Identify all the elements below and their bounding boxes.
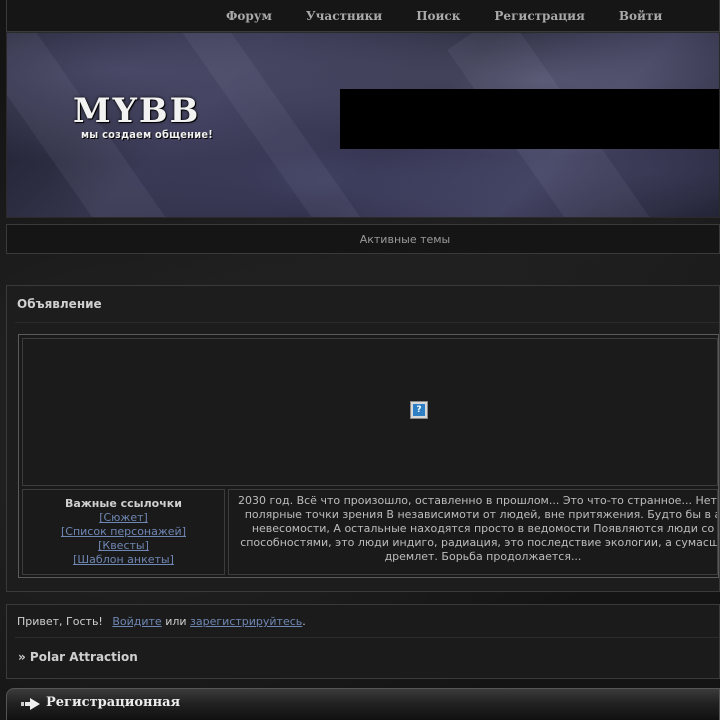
nav-register[interactable]: Регистрация	[477, 9, 601, 23]
nav-forum[interactable]: Форум	[209, 9, 289, 23]
welcome-block: Привет, Гость! Войдите или зарегистрируй…	[6, 604, 720, 679]
greeting-text: Привет, Гость!	[17, 615, 103, 628]
login-link[interactable]: Войдите	[112, 615, 161, 628]
link-character-list[interactable]: [Список персонажей]	[61, 525, 186, 539]
nav-login[interactable]: Войти	[602, 9, 679, 23]
category-header: Регистрационная	[6, 688, 720, 720]
links-heading: Важные ссылочки	[65, 497, 182, 510]
important-links-cell: Важные ссылочки [Сюжет] [Список персонаж…	[22, 489, 225, 575]
announcement-image-cell: ?	[22, 338, 718, 486]
announcement-text-cell: 2030 год. Всё что произошло, оставленно …	[228, 489, 718, 575]
top-navigation: Форум Участники Поиск Регистрация Войти	[6, 0, 720, 32]
divider	[15, 637, 719, 638]
link-quests[interactable]: [Квесты]	[98, 539, 149, 553]
header-banner: MYBB мы создаем общение!	[6, 32, 720, 218]
site-logo[interactable]: MYBB мы создаем общение!	[73, 93, 223, 141]
active-topics-bar: Активные темы	[6, 224, 720, 254]
divider	[15, 322, 719, 323]
link-application-template[interactable]: [Шаблон анкеты]	[73, 553, 174, 567]
greeting-line: Привет, Гость! Войдите или зарегистрируй…	[17, 615, 306, 628]
link-plot[interactable]: [Сюжет]	[99, 511, 148, 525]
breadcrumb[interactable]: » Polar Attraction	[18, 650, 138, 664]
announcement-table: ? Важные ссылочки [Сюжет] [Список персон…	[18, 334, 719, 578]
banner-ad-area	[340, 89, 719, 149]
register-link[interactable]: зарегистрируйтесь	[190, 615, 302, 628]
or-text: или	[165, 615, 187, 628]
announcement-block: Объявление ? Важные ссылочки [Сюжет] [Сп…	[6, 285, 720, 592]
period-text: .	[302, 615, 306, 628]
nav-search[interactable]: Поиск	[399, 9, 477, 23]
broken-image-icon: ?	[410, 401, 428, 419]
category-title[interactable]: Регистрационная	[46, 695, 180, 710]
arrow-right-icon	[21, 698, 40, 710]
active-topics-link[interactable]: Активные темы	[276, 233, 451, 246]
announcement-text: 2030 год. Всё что произошло, оставленно …	[237, 494, 718, 563]
announcement-title: Объявление	[17, 297, 102, 311]
nav-members[interactable]: Участники	[289, 9, 399, 23]
